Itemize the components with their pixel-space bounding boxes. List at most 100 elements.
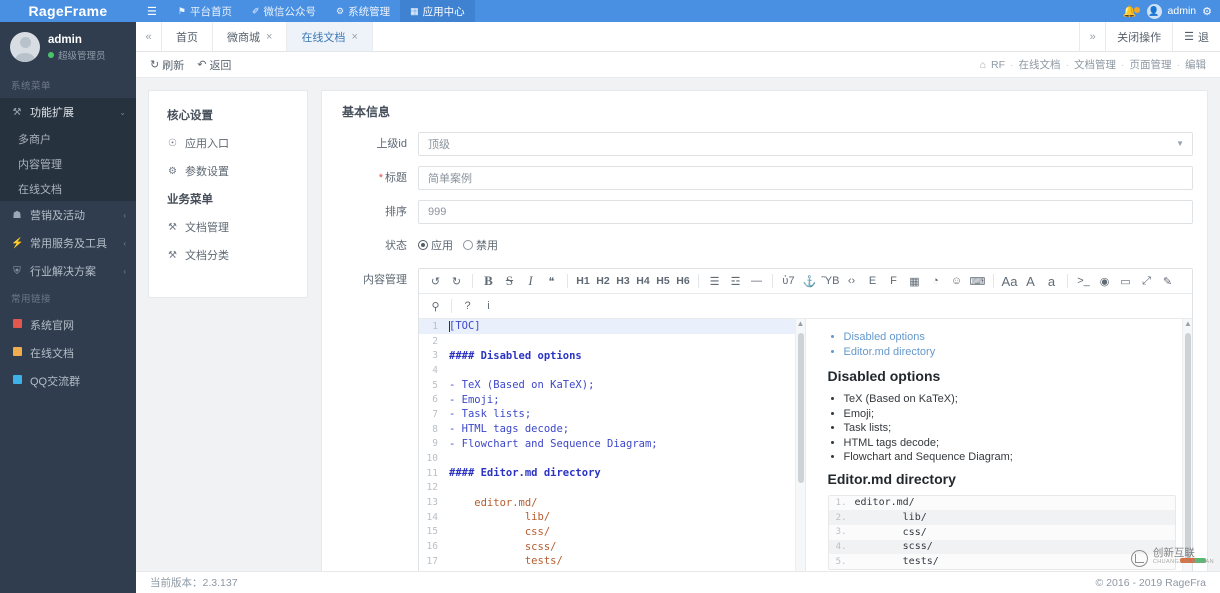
editor-line-11[interactable]: 11 #### Editor.md directory (419, 466, 805, 481)
search-icon[interactable]: ⚲ (425, 297, 446, 315)
table-icon[interactable]: ▦ (904, 272, 925, 290)
hamburger-icon[interactable]: ☰ (136, 0, 168, 22)
bold-icon[interactable]: B (478, 272, 499, 290)
gear-icon[interactable]: ⚙ (1202, 5, 1214, 18)
tab-1[interactable]: 微商城 × (213, 22, 287, 51)
editor-line-15[interactable]: 15 css/ (419, 525, 805, 540)
preformatted-icon[interactable]: ὜F (883, 272, 904, 290)
top-nav-item-3[interactable]: ▦ 应用中心 (400, 0, 475, 22)
breadcrumb-item-2[interactable]: 文档管理 (1074, 57, 1116, 72)
editor-line-14[interactable]: 14 lib/ (419, 510, 805, 525)
tabs-scroll-left-icon[interactable]: « (136, 22, 162, 51)
status-disabled-radio[interactable]: 禁用 (463, 234, 498, 258)
help-icon[interactable]: ? (457, 297, 478, 315)
html-entity-icon[interactable]: ⌨ (967, 272, 988, 290)
editor-line-5[interactable]: 5 - TeX (Based on KaTeX); (419, 378, 805, 393)
scrollbar-thumb[interactable] (798, 333, 804, 483)
info-icon[interactable]: i (478, 297, 499, 315)
preview-scroll-up-icon[interactable]: ▲ (1184, 319, 1192, 328)
datetime-icon[interactable]: ◔ (925, 272, 946, 290)
undo-icon[interactable]: ↺ (425, 272, 446, 290)
menu-card-item-0-0[interactable]: ☉ 应用入口 (149, 129, 307, 157)
sidebar-group-2[interactable]: ⚡ 常用服务及工具 ‹ (0, 229, 136, 257)
brand-logo[interactable]: RageFrame (0, 3, 136, 19)
sidebar-link-1[interactable]: 在线文档 (0, 339, 136, 367)
breadcrumb-item-1[interactable]: 在线文档 (1019, 57, 1061, 72)
menu-card-item-0-1[interactable]: ⚙ 参数设置 (149, 157, 307, 185)
link-icon[interactable]: ὑ7 (778, 272, 799, 290)
sidebar-profile[interactable]: admin 超级管理员 (0, 22, 136, 72)
tab-0[interactable]: 首页 (162, 22, 213, 51)
refresh-button[interactable]: ↻ 刷新 (150, 57, 184, 73)
editor-line-16[interactable]: 16 scss/ (419, 539, 805, 554)
title-input[interactable] (418, 166, 1193, 190)
preview-scrollbar-thumb[interactable] (1185, 333, 1191, 563)
preview-toc-link-1[interactable]: Editor.md directory (844, 345, 1177, 360)
quote-icon[interactable]: ❝ (541, 272, 562, 290)
close-operations-button[interactable]: 关闭操作 (1105, 22, 1172, 51)
editor-line-4[interactable]: 4 (419, 363, 805, 378)
breadcrumb-item-0[interactable]: RF (991, 59, 1005, 71)
top-nav-item-1[interactable]: ✐ 微信公众号 (242, 0, 326, 22)
tab-close-icon-2[interactable]: × (351, 31, 357, 43)
lowercase-icon[interactable]: a (1041, 272, 1062, 290)
sidebar-subitem-0-2[interactable]: 在线文档 (0, 176, 136, 201)
sidebar-subitem-0-1[interactable]: 内容管理 (0, 151, 136, 176)
tab-2[interactable]: 在线文档 × (287, 22, 372, 51)
editor-line-17[interactable]: 17 tests/ (419, 554, 805, 569)
editor-line-8[interactable]: 8 - HTML tags decode; (419, 422, 805, 437)
parent-id-select[interactable] (418, 132, 1193, 156)
editor-line-7[interactable]: 7 - Task lists; (419, 407, 805, 422)
editor-line-2[interactable]: 2 (419, 334, 805, 349)
font-size-icon[interactable]: Aa (999, 272, 1020, 290)
heading-h2-icon[interactable]: H2 (593, 272, 613, 290)
clear-icon[interactable]: ✎ (1157, 272, 1178, 290)
preview-toc-link-0[interactable]: Disabled options (844, 330, 1177, 345)
heading-h6-icon[interactable]: H6 (673, 272, 693, 290)
unordered-list-icon[interactable]: ☰ (704, 272, 725, 290)
editor-line-1[interactable]: 1 [TOC] (419, 319, 805, 334)
fullscreen-icon[interactable]: ⤢ (1136, 272, 1157, 290)
strikethrough-icon[interactable]: S (499, 272, 520, 290)
preview-scrollbar[interactable]: ▲ ▼ (1182, 319, 1192, 585)
code-block-icon[interactable]: ὜E (862, 272, 883, 290)
heading-h1-icon[interactable]: H1 (573, 272, 593, 290)
status-enabled-radio[interactable]: 应用 (418, 234, 453, 258)
preview-icon[interactable]: ▭ (1115, 272, 1136, 290)
sidebar-link-0[interactable]: 系统官网 (0, 311, 136, 339)
editor-line-13[interactable]: 13 editor.md/ (419, 495, 805, 510)
back-button[interactable]: ↶ 返回 (197, 57, 231, 73)
breadcrumb-item-3[interactable]: 页面管理 (1130, 57, 1172, 72)
sidebar-subitem-0-0[interactable]: 多商户 (0, 126, 136, 151)
tab-close-icon-1[interactable]: × (266, 31, 272, 43)
sidebar-group-3[interactable]: ⛨ 行业解决方案 ‹ (0, 257, 136, 285)
image-icon[interactable]: ὛB (820, 272, 841, 290)
editor-line-9[interactable]: 9 - Flowchart and Sequence Diagram; (419, 437, 805, 452)
menu-card-item-1-0[interactable]: ⚒ 文档管理 (149, 213, 307, 241)
editor-line-3[interactable]: 3 #### Disabled options (419, 348, 805, 363)
scroll-up-icon[interactable]: ▲ (797, 319, 805, 328)
top-nav-item-2[interactable]: ⚙ 系统管理 (326, 0, 400, 22)
redo-icon[interactable]: ↻ (446, 272, 467, 290)
emoji-icon[interactable]: ☺ (946, 272, 967, 290)
code-mirror[interactable]: 1 [TOC] 2 3 #### Disabled options 4 5 - TeX (Ba… (419, 319, 805, 585)
exit-button[interactable]: ☰ 退 (1172, 22, 1220, 51)
avatar[interactable]: 👤 (1147, 4, 1162, 19)
italic-icon[interactable]: I (520, 272, 541, 290)
sidebar-group-1[interactable]: ☗ 营销及活动 ‹ (0, 201, 136, 229)
sidebar-link-2[interactable]: QQ交流群 (0, 367, 136, 395)
anchor-icon[interactable]: ⚓ (799, 272, 820, 290)
ordered-list-icon[interactable]: ☲ (725, 272, 746, 290)
editor-line-6[interactable]: 6 - Emoji; (419, 392, 805, 407)
heading-h5-icon[interactable]: H5 (653, 272, 673, 290)
code-icon[interactable]: ‹› (841, 272, 862, 290)
horizontal-rule-icon[interactable]: — (746, 272, 767, 290)
editor-source-pane[interactable]: 1 [TOC] 2 3 #### Disabled options 4 5 - TeX (Ba… (419, 319, 806, 585)
heading-h4-icon[interactable]: H4 (633, 272, 653, 290)
editor-line-10[interactable]: 10 (419, 451, 805, 466)
editor-scrollbar[interactable]: ▲ ▼ (795, 319, 805, 585)
heading-h3-icon[interactable]: H3 (613, 272, 633, 290)
uppercase-icon[interactable]: A (1020, 272, 1041, 290)
breadcrumb-item-4[interactable]: 编辑 (1185, 57, 1206, 72)
sort-input[interactable] (418, 200, 1193, 224)
